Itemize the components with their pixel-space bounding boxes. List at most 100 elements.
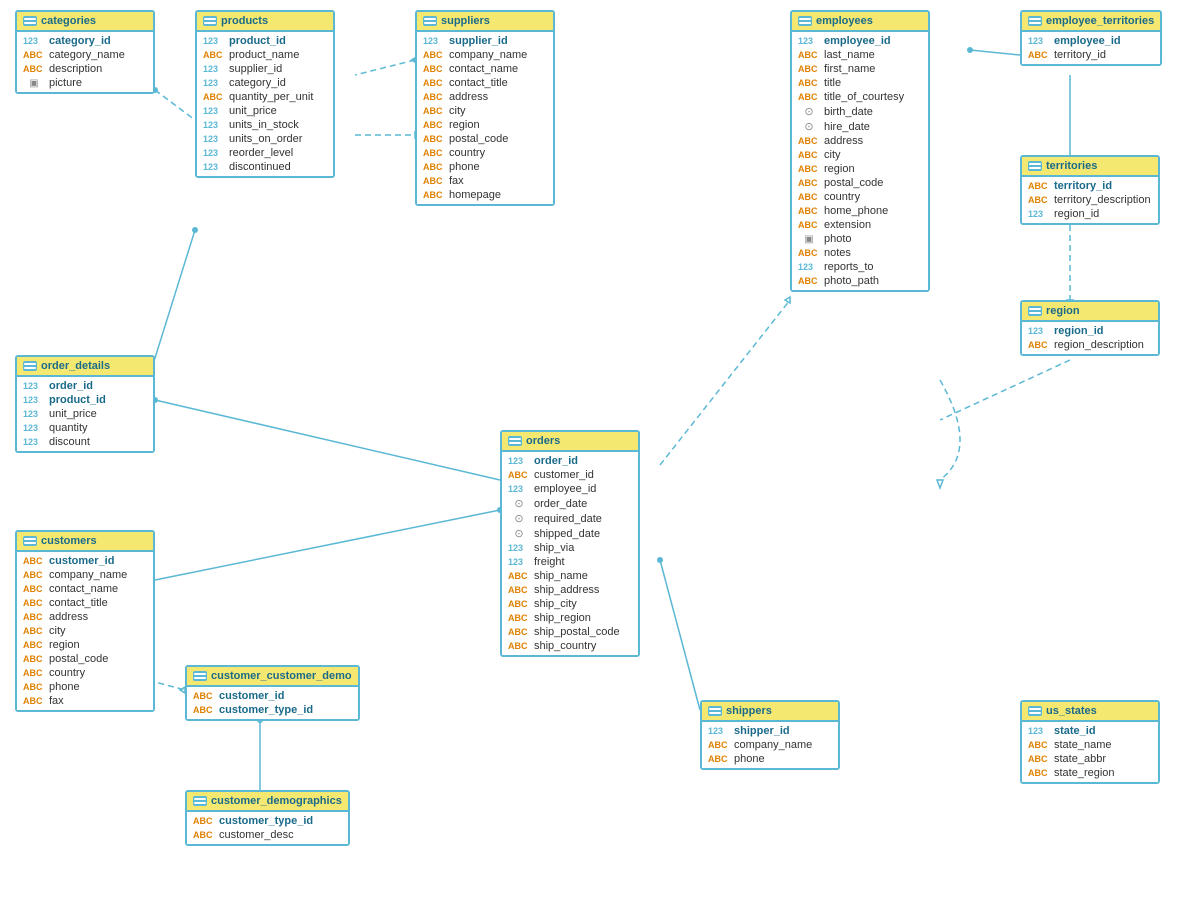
table-field-row: 123employee_id bbox=[502, 482, 638, 496]
table-categories[interactable]: categories123category_idABCcategory_name… bbox=[15, 10, 155, 94]
table-body-suppliers: 123supplier_idABCcompany_nameABCcontact_… bbox=[417, 32, 553, 204]
field-name: ship_name bbox=[534, 570, 588, 582]
table-title: region bbox=[1046, 305, 1080, 317]
table-db-icon bbox=[193, 796, 207, 806]
table-products[interactable]: products123product_idABCproduct_name123s… bbox=[195, 10, 335, 178]
type-icon-text: ABC bbox=[798, 178, 820, 188]
table-region[interactable]: region123region_idABCregion_description bbox=[1020, 300, 1160, 356]
field-name: region bbox=[449, 119, 480, 131]
type-icon-text: ABC bbox=[193, 816, 215, 826]
table-field-row: ABCaddress bbox=[17, 610, 153, 624]
table-field-row: ABCterritory_description bbox=[1022, 193, 1158, 207]
field-name: unit_price bbox=[229, 105, 277, 117]
type-icon-text: ABC bbox=[423, 78, 445, 88]
field-name: state_abbr bbox=[1054, 753, 1106, 765]
type-icon-text: ABC bbox=[508, 571, 530, 581]
table-field-row: ▣photo bbox=[792, 232, 928, 246]
type-icon-date: ⊙ bbox=[798, 105, 820, 118]
table-order_details[interactable]: order_details123order_id123product_id123… bbox=[15, 355, 155, 453]
table-customer_demographics[interactable]: customer_demographicsABCcustomer_type_id… bbox=[185, 790, 350, 846]
table-field-row: ABCcustomer_type_id bbox=[187, 814, 348, 828]
field-name: company_name bbox=[449, 49, 527, 61]
type-icon-text: ABC bbox=[1028, 754, 1050, 764]
table-field-row: 123employee_id bbox=[792, 34, 928, 48]
type-icon-numeric: 123 bbox=[508, 456, 530, 466]
table-db-icon bbox=[203, 16, 217, 26]
table-header-categories: categories bbox=[17, 12, 153, 32]
field-name: picture bbox=[49, 77, 82, 89]
type-icon-numeric: 123 bbox=[508, 557, 530, 567]
field-name: region bbox=[824, 163, 855, 175]
table-field-row: 123category_id bbox=[17, 34, 153, 48]
table-suppliers[interactable]: suppliers123supplier_idABCcompany_nameAB… bbox=[415, 10, 555, 206]
table-field-row: ABC state_abbr bbox=[1022, 752, 1158, 766]
table-field-row: ABCcontact_name bbox=[17, 582, 153, 596]
table-title: employees bbox=[816, 15, 873, 27]
table-territories[interactable]: territoriesABCterritory_idABCterritory_d… bbox=[1020, 155, 1160, 225]
field-name: company_name bbox=[49, 569, 127, 581]
table-customer_customer_demo[interactable]: customer_customer_demoABCcustomer_idABCc… bbox=[185, 665, 360, 721]
field-name: customer_desc bbox=[219, 829, 294, 841]
type-icon-text: ABC bbox=[23, 640, 45, 650]
type-icon-text: ABC bbox=[193, 830, 215, 840]
field-name: product_name bbox=[229, 49, 299, 61]
type-icon-numeric: 123 bbox=[23, 437, 45, 447]
field-name: territory_id bbox=[1054, 49, 1106, 61]
type-icon-numeric: 123 bbox=[203, 106, 225, 116]
table-field-row: ABCcustomer_id bbox=[187, 689, 358, 703]
type-icon-text: ABC bbox=[23, 682, 45, 692]
type-icon-numeric: 123 bbox=[708, 726, 730, 736]
table-header-us_states: us_states bbox=[1022, 702, 1158, 722]
type-icon-text: ABC bbox=[798, 164, 820, 174]
field-name: birth_date bbox=[824, 106, 873, 118]
type-icon-text: ABC bbox=[798, 150, 820, 160]
field-name: first_name bbox=[824, 63, 875, 75]
table-field-row: 123order_id bbox=[502, 454, 638, 468]
type-icon-numeric: 123 bbox=[203, 64, 225, 74]
table-us_states[interactable]: us_states123state_idABCstate_nameABCstat… bbox=[1020, 700, 1160, 784]
field-name: contact_title bbox=[49, 597, 108, 609]
table-field-row: ABCcontact_title bbox=[417, 76, 553, 90]
table-field-row: 123product_id bbox=[197, 34, 333, 48]
table-title: employee_territories bbox=[1046, 15, 1154, 27]
table-body-employees: 123employee_idABClast_nameABCfirst_nameA… bbox=[792, 32, 928, 290]
table-field-row: ABCpostal_code bbox=[417, 132, 553, 146]
field-name: region_id bbox=[1054, 208, 1099, 220]
table-field-row: 123reorder_level bbox=[197, 146, 333, 160]
type-icon-text: ABC bbox=[508, 585, 530, 595]
type-icon-text: ABC bbox=[508, 613, 530, 623]
table-employees[interactable]: employees123employee_idABClast_nameABCfi… bbox=[790, 10, 930, 292]
type-icon-date: ⊙ bbox=[508, 497, 530, 510]
field-name: required_date bbox=[534, 513, 602, 525]
field-name: customer_type_id bbox=[219, 704, 313, 716]
type-icon-numeric: 123 bbox=[203, 120, 225, 130]
table-customers[interactable]: customersABCcustomer_idABCcompany_nameAB… bbox=[15, 530, 155, 712]
table-title: customer_customer_demo bbox=[211, 670, 352, 682]
table-title: customers bbox=[41, 535, 97, 547]
table-field-row: ABCtitle bbox=[792, 76, 928, 90]
type-icon-text: ABC bbox=[798, 50, 820, 60]
field-name: ship_city bbox=[534, 598, 577, 610]
field-name: units_in_stock bbox=[229, 119, 299, 131]
table-header-shippers: shippers bbox=[702, 702, 838, 722]
table-field-row: 123category_id bbox=[197, 76, 333, 90]
type-icon-text: ABC bbox=[203, 50, 225, 60]
table-field-row: ABCfax bbox=[417, 174, 553, 188]
table-shippers[interactable]: shippers123shipper_idABCcompany_nameABCp… bbox=[700, 700, 840, 770]
type-icon-text: ABC bbox=[23, 50, 45, 60]
table-db-icon bbox=[23, 361, 37, 371]
table-db-icon bbox=[23, 16, 37, 26]
type-icon-text: ABC bbox=[798, 78, 820, 88]
table-employee_territories[interactable]: employee_territories123employee_idABCter… bbox=[1020, 10, 1162, 66]
table-orders[interactable]: orders123order_idABCcustomer_id123employ… bbox=[500, 430, 640, 657]
field-name: order_date bbox=[534, 498, 587, 510]
field-name: customer_id bbox=[219, 690, 284, 702]
table-field-row: ABCnotes bbox=[792, 246, 928, 260]
table-body-shippers: 123shipper_idABCcompany_nameABCphone bbox=[702, 722, 838, 768]
type-icon-text: ABC bbox=[23, 696, 45, 706]
field-name: state_id bbox=[1054, 725, 1096, 737]
field-name: customer_id bbox=[49, 555, 114, 567]
table-db-icon bbox=[1028, 306, 1042, 316]
table-title: products bbox=[221, 15, 268, 27]
table-field-row: ABCaddress bbox=[417, 90, 553, 104]
